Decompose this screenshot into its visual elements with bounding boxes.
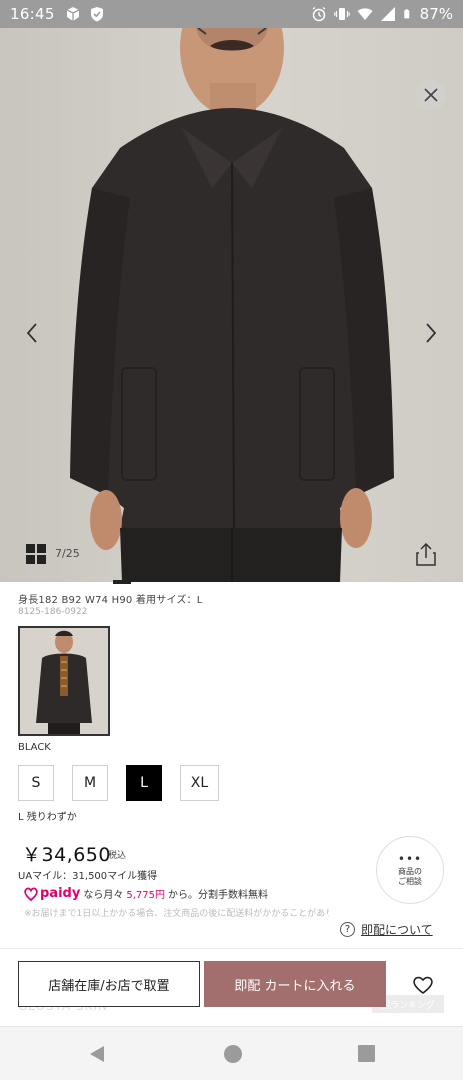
more-dots-icon: •••: [397, 852, 423, 866]
heart-icon[interactable]: [412, 975, 434, 995]
product-consult-button[interactable]: ••• 商品の ご相談: [376, 836, 444, 904]
action-bar: GLOSTA SKIN 別ランキング 店舗在庫/お店で取置 即配 カートに入れる: [0, 948, 463, 1026]
next-image-button[interactable]: [419, 318, 443, 348]
color-name: BLACK: [18, 742, 51, 753]
box-icon: [66, 7, 80, 21]
size-selector: S M L XL: [18, 765, 219, 801]
thumbnail-photo: [20, 628, 108, 734]
paidy-suffix: から。分割手数料無料: [167, 890, 268, 901]
sokuhai-link-text: 即配について: [361, 923, 433, 937]
size-option-m[interactable]: M: [72, 765, 108, 801]
grid-view-icon[interactable]: [26, 544, 46, 564]
product-code: 8125-186-0922: [18, 607, 88, 617]
share-icon[interactable]: [415, 543, 437, 567]
paidy-info: paidy なら月々 5,775円 から。分割手数料無料: [24, 886, 268, 901]
chevron-left-icon: [26, 323, 37, 343]
stock-note: L 残りわずか: [18, 812, 77, 823]
add-to-cart-button[interactable]: 即配 カートに入れる: [204, 961, 386, 1007]
alarm-icon: [312, 6, 326, 22]
vibrate-icon: [333, 8, 350, 20]
color-swatch-thumbnail[interactable]: [18, 626, 110, 736]
system-navigation-bar: [0, 1026, 463, 1080]
close-icon: [424, 88, 438, 102]
gallery-position-indicator: [113, 580, 131, 584]
paidy-logo: paidy: [24, 886, 80, 901]
product-photo: [70, 28, 394, 582]
product-image-gallery[interactable]: [0, 28, 463, 582]
status-time: 16:45: [10, 5, 55, 23]
back-icon[interactable]: [88, 1044, 108, 1064]
battery-level: 87%: [419, 5, 453, 23]
paidy-amount: 5,775円: [126, 890, 165, 901]
help-icon: ?: [340, 922, 355, 937]
sokuhai-info-link[interactable]: ? 即配について: [340, 921, 433, 938]
model-info: 身長182 B92 W74 H90 着用サイズ：L: [18, 595, 203, 606]
size-option-s[interactable]: S: [18, 765, 54, 801]
store-stock-button[interactable]: 店舗在庫/お店で取置: [18, 961, 200, 1007]
close-button[interactable]: [416, 80, 446, 110]
size-option-l[interactable]: L: [126, 765, 162, 801]
size-option-xl[interactable]: XL: [180, 765, 219, 801]
signal-icon: [380, 7, 395, 21]
recent-apps-button[interactable]: [358, 1045, 375, 1062]
chevron-right-icon: [426, 323, 437, 343]
paidy-heart-icon: [24, 887, 38, 901]
home-button[interactable]: [224, 1045, 242, 1063]
status-bar: 16:45 87%: [0, 0, 463, 28]
price: ￥34,650: [22, 844, 111, 866]
shield-icon: [90, 7, 103, 22]
previous-image-button[interactable]: [20, 318, 44, 348]
miles-info: UAマイル：31,500マイル獲得: [18, 871, 158, 882]
tax-label: 税込: [108, 851, 127, 861]
shipping-note: ※お届けまで1日以上かかる場合、注文商品の後に配送料がかかることがあります（送料…: [24, 909, 329, 919]
image-counter: 7/25: [55, 547, 80, 560]
wifi-icon: [357, 8, 373, 20]
paidy-prefix: なら月々: [83, 890, 124, 901]
battery-icon: [403, 9, 409, 19]
